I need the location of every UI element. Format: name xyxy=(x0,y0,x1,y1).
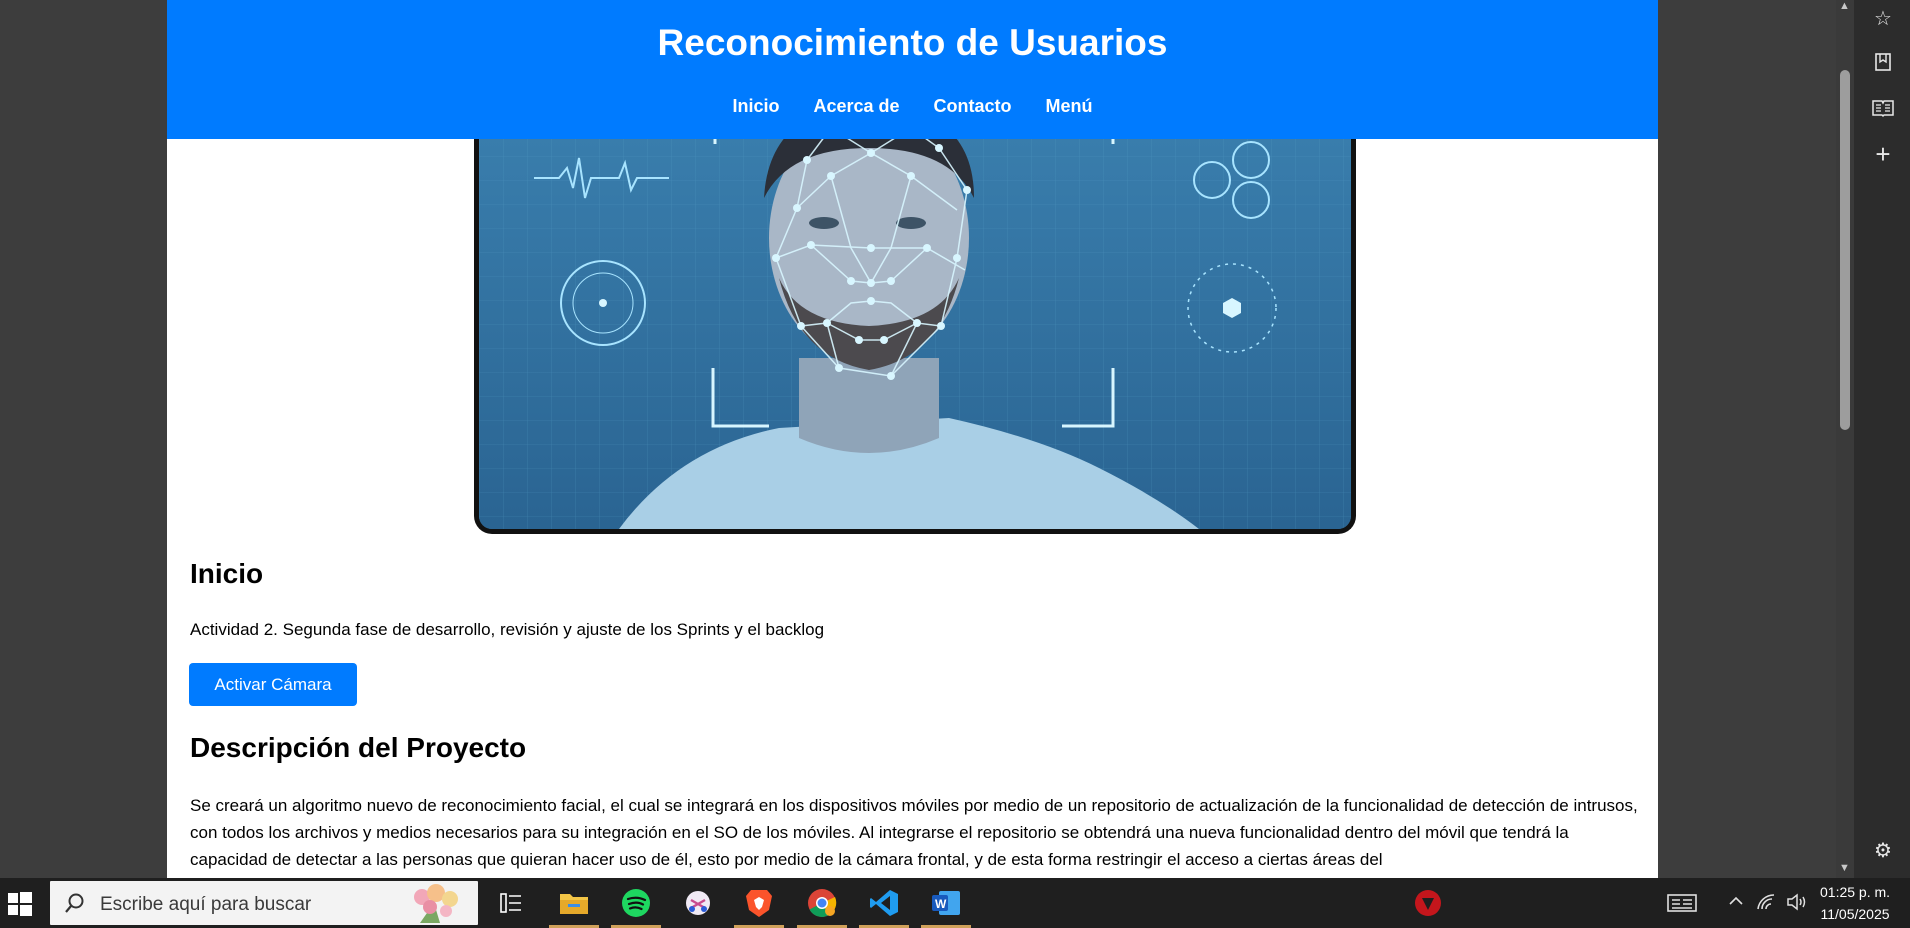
system-clock[interactable]: 01:25 p. m. 11/05/2025 xyxy=(1820,881,1890,925)
flower-bouquet-icon xyxy=(414,884,458,923)
windows-start-icon[interactable] xyxy=(8,892,32,916)
section-heading-inicio: Inicio xyxy=(190,558,264,589)
taskbar-search-box[interactable]: Escribe aquí para buscar xyxy=(50,881,478,925)
vscode-icon[interactable] xyxy=(859,884,909,928)
activate-camera-button[interactable]: Activar Cámara xyxy=(189,663,357,706)
file-explorer-icon[interactable] xyxy=(549,884,599,928)
browser-viewport: Reconocimiento de Usuarios Inicio Acerca… xyxy=(0,0,1836,878)
nav-link-menu[interactable]: Menú xyxy=(1046,96,1093,117)
windows-taskbar: Escribe aquí para buscar W 01:25 p. m. 1… xyxy=(0,878,1910,928)
web-page: Reconocimiento de Usuarios Inicio Acerca… xyxy=(167,0,1658,878)
browser-sidebar: ☆ + ⚙ xyxy=(1854,0,1910,878)
clock-time: 01:25 p. m. xyxy=(1820,884,1891,900)
volume-icon[interactable] xyxy=(1786,893,1808,916)
clock-date: 11/05/2025 xyxy=(1820,906,1890,922)
nav-link-contacto[interactable]: Contacto xyxy=(934,96,1012,117)
scrollbar-thumb[interactable] xyxy=(1840,70,1850,430)
red-app-icon[interactable] xyxy=(1409,884,1447,922)
scroll-down-arrow-icon[interactable]: ▼ xyxy=(1839,862,1850,874)
scroll-up-arrow-icon[interactable]: ▲ xyxy=(1839,0,1850,12)
search-icon xyxy=(65,893,84,913)
word-icon[interactable]: W xyxy=(921,884,971,928)
news-widget-icon[interactable] xyxy=(1667,893,1697,918)
hero-image-face-recognition xyxy=(474,108,1356,534)
activity-text: Actividad 2. Segunda fase de desarrollo,… xyxy=(190,620,825,639)
add-icon[interactable]: + xyxy=(1872,141,1894,167)
site-header: Reconocimiento de Usuarios Inicio Acerca… xyxy=(167,0,1658,139)
chevron-up-icon[interactable] xyxy=(1728,893,1744,914)
main-nav: Inicio Acerca de Contacto Menú xyxy=(167,96,1658,117)
settings-icon[interactable]: ⚙ xyxy=(1872,840,1894,862)
search-placeholder: Escribe aquí para buscar xyxy=(100,894,312,915)
site-title: Reconocimiento de Usuarios xyxy=(657,22,1168,63)
star-sparkle-icon[interactable]: ☆ xyxy=(1872,8,1894,30)
brave-browser-icon[interactable] xyxy=(734,884,784,928)
section-heading-description: Descripción del Proyecto xyxy=(190,732,527,763)
task-view-icon[interactable] xyxy=(492,884,530,922)
project-description-text: Se creará un algoritmo nuevo de reconoci… xyxy=(190,796,1638,869)
page-scrollbar[interactable]: ▲ ▼ xyxy=(1836,0,1854,878)
svg-text:W: W xyxy=(935,897,947,911)
chrome-icon[interactable] xyxy=(797,884,847,928)
reading-list-icon[interactable] xyxy=(1872,98,1894,120)
snipping-tool-icon[interactable] xyxy=(679,884,717,922)
nav-link-inicio[interactable]: Inicio xyxy=(732,96,779,117)
spotify-icon[interactable] xyxy=(611,884,661,928)
nav-link-acerca-de[interactable]: Acerca de xyxy=(813,96,899,117)
bookmark-icon[interactable] xyxy=(1872,52,1894,74)
wifi-icon[interactable] xyxy=(1756,893,1776,916)
